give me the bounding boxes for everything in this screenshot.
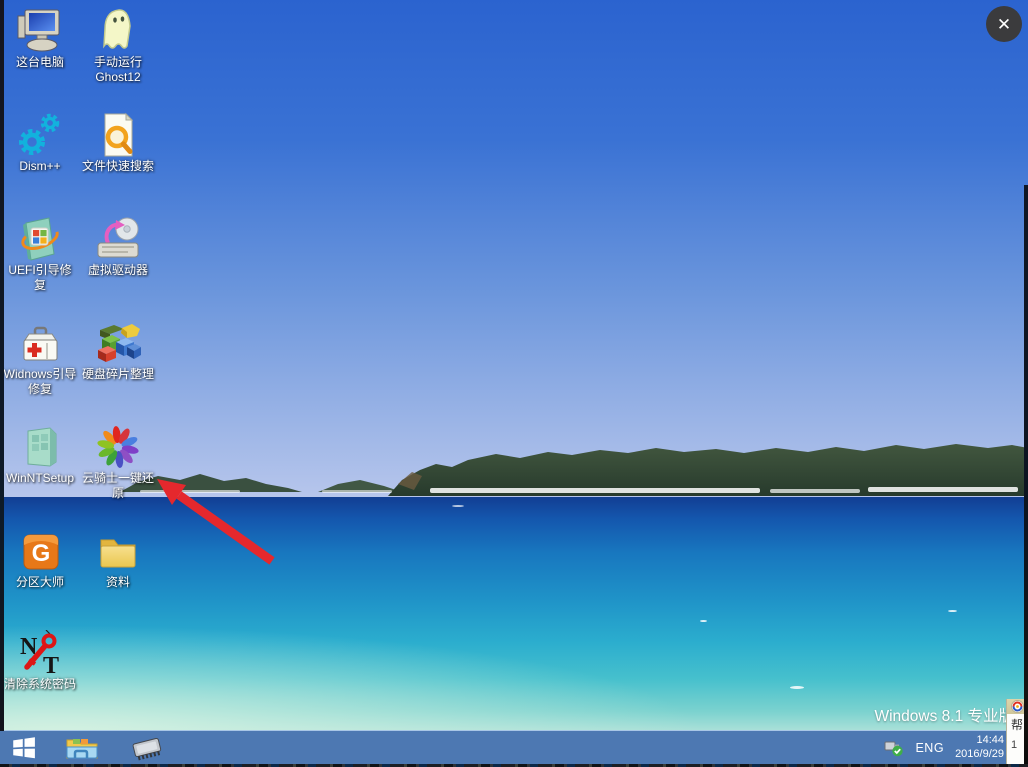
icon-label: WinNTSetup (4, 471, 77, 486)
ramdisk-button[interactable] (126, 734, 168, 762)
red-arrow-annotation (150, 470, 280, 570)
desktop-icon-partition-master[interactable]: G 分区大师 (2, 528, 78, 590)
windows-edition-watermark: Windows 8.1 专业版 (874, 704, 1014, 726)
desktop-icon-winntsetup[interactable]: WinNTSetup (2, 424, 78, 486)
desktop-icon-yunqishi-onekey-restore[interactable]: 云骑士一键还原 (80, 424, 156, 501)
screen-edge-left (0, 0, 4, 731)
icon-label: 这台电脑 (4, 55, 77, 70)
safely-remove-hardware-icon[interactable] (883, 738, 904, 757)
desktop-icon-this-pc[interactable]: 这台电脑 (2, 8, 78, 70)
software-box-icon (16, 424, 64, 470)
file-explorer-button[interactable] (62, 732, 102, 764)
desktop-icon-windows-boot-repair[interactable]: Widnows引导修复 (2, 320, 78, 397)
input-method-icon (1011, 700, 1024, 713)
desktop-screen: 这台电脑 手动运行 Ghost12 Dism++ (0, 0, 1028, 767)
desktop-icon-file-quick-search[interactable]: 文件快速搜索 (80, 112, 156, 174)
desktop-icon-documents[interactable]: 资料 (80, 528, 156, 590)
icon-label: 虚拟驱动器 (82, 263, 155, 278)
wave-fleck (700, 620, 707, 622)
icon-label: 硬盘碎片整理 (82, 367, 155, 382)
folder-icon (94, 528, 142, 574)
icon-label: UEFI引导修复 (4, 263, 77, 293)
icon-label: 云骑士一键还原 (82, 471, 155, 501)
wave-fleck (790, 686, 804, 689)
icon-label: 分区大师 (4, 575, 77, 590)
icon-label: 清除系统密码 (4, 677, 77, 692)
defrag-blocks-icon (94, 320, 142, 366)
clock-time: 14:44 (955, 734, 1004, 748)
close-icon: ✕ (997, 16, 1011, 33)
memory-chip-icon (127, 734, 167, 762)
partition-g-icon: G (16, 528, 64, 574)
ghost-icon (94, 8, 142, 54)
clock[interactable]: 14:44 2016/9/29 (955, 734, 1004, 762)
icon-label: Widnows引导修复 (4, 367, 77, 397)
taskbar: ENG 14:44 2016/9/29 (0, 730, 1028, 764)
icon-label: 资料 (82, 575, 155, 590)
windows-book-icon (16, 216, 64, 262)
system-tray: ENG 14:44 2016/9/29 (883, 731, 1004, 764)
gears-icon (16, 112, 64, 158)
desktop-icon-uefi-boot-repair[interactable]: UEFI引导修复 (2, 216, 78, 293)
pinwheel-icon (94, 424, 142, 470)
desktop-icon-virtual-drive[interactable]: 虚拟驱动器 (80, 216, 156, 278)
first-aid-kit-icon (16, 320, 64, 366)
svg-text:G: G (32, 540, 51, 567)
desktop-icon-dism[interactable]: Dism++ (2, 112, 78, 174)
svg-text:T: T (43, 653, 59, 676)
windows-logo-icon (11, 735, 38, 761)
clock-date: 2016/9/29 (955, 748, 1004, 762)
nt-key-icon: N T (16, 630, 64, 676)
document-search-icon (94, 112, 142, 158)
icon-label: 手动运行 Ghost12 (82, 55, 155, 85)
icon-label: Dism++ (4, 159, 77, 174)
screen-edge-right (1024, 185, 1028, 767)
icon-label: 文件快速搜索 (82, 159, 155, 174)
disc-drive-icon (94, 216, 142, 262)
desktop-icon-disk-defrag[interactable]: 硬盘碎片整理 (80, 320, 156, 382)
wave-fleck (452, 505, 464, 507)
file-explorer-icon (64, 733, 100, 763)
wave-fleck (948, 610, 957, 612)
desktop-icon-clear-system-password[interactable]: N T 清除系统密码 (2, 630, 78, 692)
language-indicator[interactable]: ENG (915, 741, 944, 755)
computer-icon (16, 8, 64, 54)
close-button[interactable]: ✕ (986, 6, 1022, 42)
desktop-icon-run-ghost12[interactable]: 手动运行 Ghost12 (80, 8, 156, 85)
start-button[interactable] (10, 735, 38, 761)
